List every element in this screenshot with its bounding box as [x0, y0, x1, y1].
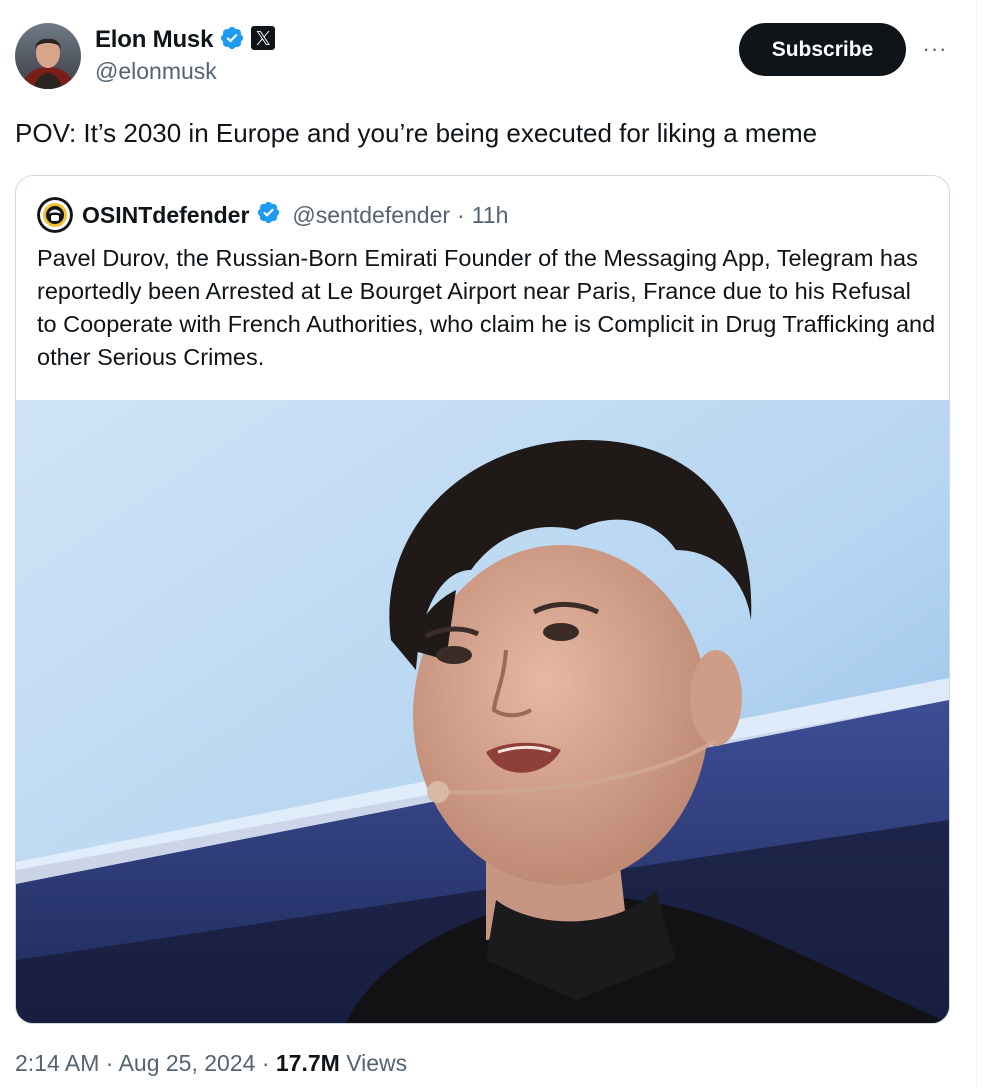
avatar-image	[15, 23, 81, 89]
tweet-date[interactable]: Aug 25, 2024	[119, 1050, 256, 1076]
author-name-row: Elon Musk	[95, 24, 276, 56]
column-divider	[976, 0, 977, 1088]
meta-separator: ·	[105, 1050, 114, 1076]
quoted-tweet-text: Pavel Durov, the Russian-Born Emirati Fo…	[37, 245, 936, 370]
subscribe-button[interactable]: Subscribe	[739, 23, 906, 76]
quoted-author-name[interactable]: OSINTdefender	[82, 202, 249, 229]
author-display-name[interactable]: Elon Musk	[95, 26, 213, 54]
tweet-meta: 2:14 AM · Aug 25, 2024 · 17.7M Views	[15, 1050, 407, 1077]
tweet-text: POV: It’s 2030 in Europe and you’re bein…	[15, 118, 818, 148]
author-avatar[interactable]	[15, 23, 81, 89]
views-label: Views	[346, 1050, 408, 1076]
verified-badge-icon	[219, 25, 245, 56]
quoted-tweet-photo[interactable]	[16, 400, 949, 1023]
verified-badge-icon	[256, 200, 281, 230]
quoted-author-avatar[interactable]	[37, 197, 73, 233]
quoted-tweet-header: OSINTdefender @sentdefender · 11h	[37, 197, 509, 233]
x-logo-icon	[251, 25, 276, 55]
quoted-tweet-card[interactable]: OSINTdefender @sentdefender · 11h Pavel …	[15, 175, 950, 1024]
quoted-timestamp[interactable]: 11h	[472, 202, 509, 229]
views-count: 17.7M	[275, 1050, 340, 1076]
meta-separator: ·	[261, 1050, 270, 1076]
quoted-separator: ·	[457, 201, 465, 228]
more-options-icon[interactable]: ···	[917, 36, 953, 62]
osint-logo-icon	[37, 197, 73, 233]
quoted-author-handle[interactable]: @sentdefender	[292, 202, 450, 229]
tweet-time[interactable]: 2:14 AM	[15, 1050, 99, 1076]
author-handle[interactable]: @elonmusk	[95, 58, 217, 85]
